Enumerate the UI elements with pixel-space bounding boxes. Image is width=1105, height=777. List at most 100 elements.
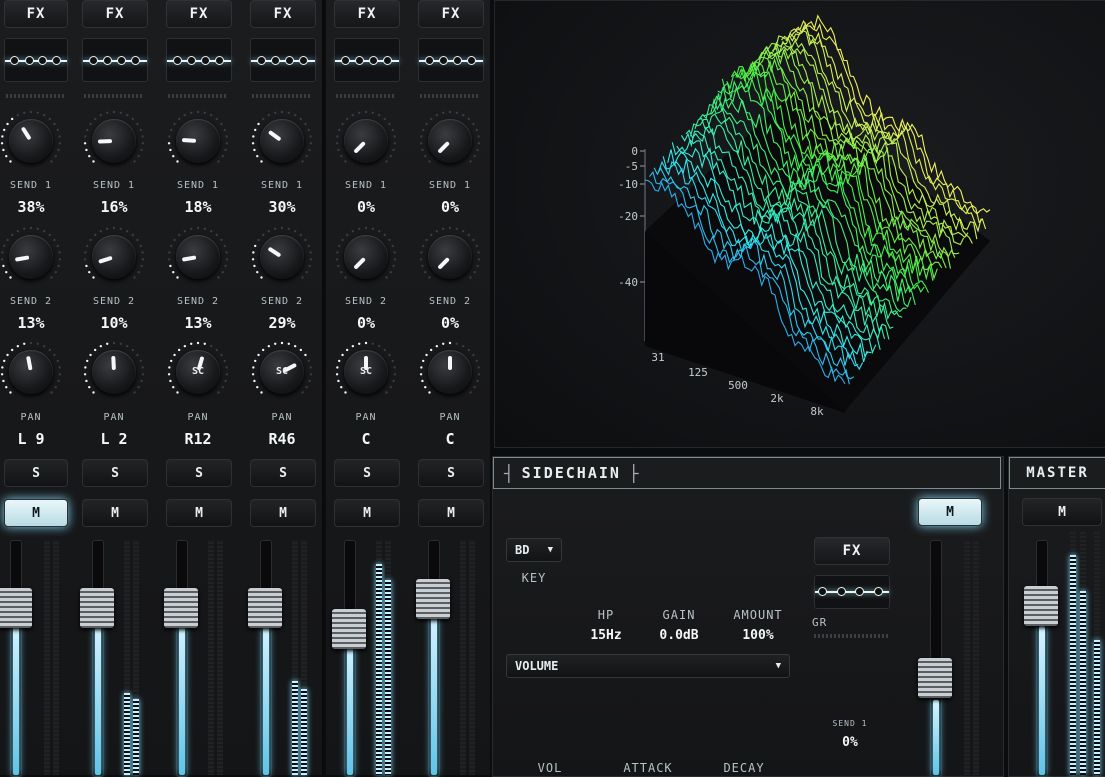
- eq-node-icon[interactable]: [340, 56, 350, 65]
- sidechain-fx-button[interactable]: FX: [814, 537, 890, 565]
- eq-node-icon[interactable]: [873, 587, 883, 596]
- eq-curve[interactable]: [4, 38, 68, 82]
- group-divider: [322, 0, 324, 775]
- pan-knob[interactable]: SC: [260, 350, 304, 394]
- send1-knob[interactable]: [92, 119, 136, 163]
- eq-curve[interactable]: [166, 38, 232, 82]
- eq-node-icon[interactable]: [103, 56, 113, 65]
- eq-node-icon[interactable]: [88, 56, 98, 65]
- eq-node-icon[interactable]: [51, 56, 61, 65]
- eq-node-icon[interactable]: [215, 56, 225, 65]
- eq-node-icon[interactable]: [10, 56, 20, 65]
- send1-knob[interactable]: [344, 119, 388, 163]
- mode-dropdown[interactable]: VOLUME ▼: [506, 654, 790, 678]
- mute-button[interactable]: M: [250, 499, 316, 527]
- send2-knob[interactable]: [428, 235, 472, 279]
- fx-button[interactable]: FX: [166, 0, 232, 28]
- send1-knob[interactable]: [260, 119, 304, 163]
- eq-node-icon[interactable]: [818, 587, 828, 596]
- pan-knob[interactable]: SC: [176, 350, 220, 394]
- send2-knob-pointer: [267, 246, 282, 258]
- eq-node-icon[interactable]: [355, 56, 365, 65]
- fader-handle[interactable]: [416, 579, 450, 620]
- eq-curve[interactable]: [418, 38, 484, 82]
- eq-node-icon[interactable]: [299, 56, 309, 65]
- eq-node-icon[interactable]: [439, 56, 449, 65]
- fx-button[interactable]: FX: [418, 0, 484, 28]
- eq-node-icon[interactable]: [201, 56, 211, 65]
- send1-knob[interactable]: [9, 119, 53, 163]
- pan-knob[interactable]: [92, 350, 136, 394]
- send2-knob[interactable]: [9, 235, 53, 279]
- fx-button[interactable]: FX: [334, 0, 400, 28]
- mute-button[interactable]: M: [82, 499, 148, 527]
- eq-curve[interactable]: [334, 38, 400, 82]
- eq-node-icon[interactable]: [271, 56, 281, 65]
- mute-button[interactable]: M: [334, 499, 400, 527]
- pan-knob-sc-label: SC: [191, 366, 205, 377]
- amount-value: 100%: [742, 628, 774, 643]
- send2-knob[interactable]: [344, 235, 388, 279]
- divider: [420, 94, 480, 98]
- eq-node-icon[interactable]: [285, 56, 295, 65]
- eq-node-icon[interactable]: [467, 56, 477, 65]
- eq-node-icon[interactable]: [424, 56, 434, 65]
- solo-button[interactable]: S: [166, 459, 232, 487]
- level-meter: [133, 540, 139, 775]
- solo-button[interactable]: S: [82, 459, 148, 487]
- solo-button[interactable]: S: [4, 459, 68, 487]
- eq-node-icon[interactable]: [369, 56, 379, 65]
- eq-node-icon[interactable]: [453, 56, 463, 65]
- eq-node-icon[interactable]: [383, 56, 393, 65]
- fader-handle[interactable]: [332, 609, 366, 650]
- solo-button[interactable]: S: [334, 459, 400, 487]
- send2-label: SEND 2: [428, 296, 472, 307]
- solo-button[interactable]: S: [250, 459, 316, 487]
- eq-node-icon[interactable]: [187, 56, 197, 65]
- eq-node-icon[interactable]: [24, 56, 34, 65]
- sidechain-mute-button[interactable]: M: [918, 498, 982, 526]
- mute-button[interactable]: M: [418, 499, 484, 527]
- attack-label: ATTACK: [623, 761, 673, 775]
- eq-curve[interactable]: [250, 38, 316, 82]
- fx-button[interactable]: FX: [4, 0, 68, 28]
- decay-label: DECAY: [723, 761, 765, 775]
- eq-node-icon[interactable]: [172, 56, 182, 65]
- eq-curve[interactable]: [82, 38, 148, 82]
- eq-node-icon[interactable]: [256, 56, 266, 65]
- pan-knob[interactable]: [428, 350, 472, 394]
- eq-node-icon[interactable]: [117, 56, 127, 65]
- send2-knob[interactable]: [92, 235, 136, 279]
- gr-meter: [814, 634, 888, 638]
- fader-handle[interactable]: [248, 588, 282, 629]
- key-dropdown[interactable]: BD ▼: [506, 538, 562, 562]
- sidechain-eq-curve[interactable]: [814, 575, 890, 609]
- master-fader-handle[interactable]: [1024, 586, 1058, 626]
- fx-button[interactable]: FX: [250, 0, 316, 28]
- send1-knob-pointer: [353, 141, 366, 154]
- send1-knob[interactable]: [428, 119, 472, 163]
- eq-node-icon[interactable]: [38, 56, 48, 65]
- fader-handle[interactable]: [0, 588, 32, 629]
- eq-node-icon[interactable]: [131, 56, 141, 65]
- fx-button[interactable]: FX: [82, 0, 148, 28]
- sidechain-fader-handle[interactable]: [918, 658, 952, 698]
- fader-handle[interactable]: [164, 588, 198, 629]
- send2-label: SEND 2: [92, 296, 136, 307]
- sidechain-header: ┤ SIDECHAIN ├: [493, 457, 1001, 489]
- master-mute-button[interactable]: M: [1022, 498, 1102, 526]
- mute-button[interactable]: M: [4, 499, 68, 527]
- pan-knob[interactable]: [9, 350, 53, 394]
- send2-knob[interactable]: [176, 235, 220, 279]
- send1-label: SEND 1: [344, 180, 388, 191]
- solo-button[interactable]: S: [418, 459, 484, 487]
- send1-knob[interactable]: [176, 119, 220, 163]
- level-meter: [973, 540, 979, 775]
- eq-node-icon[interactable]: [855, 587, 865, 596]
- send2-knob-pointer: [14, 255, 30, 262]
- mute-button[interactable]: M: [166, 499, 232, 527]
- pan-knob[interactable]: SC: [344, 350, 388, 394]
- eq-node-icon[interactable]: [836, 587, 846, 596]
- fader-handle[interactable]: [80, 588, 114, 629]
- send2-knob[interactable]: [260, 235, 304, 279]
